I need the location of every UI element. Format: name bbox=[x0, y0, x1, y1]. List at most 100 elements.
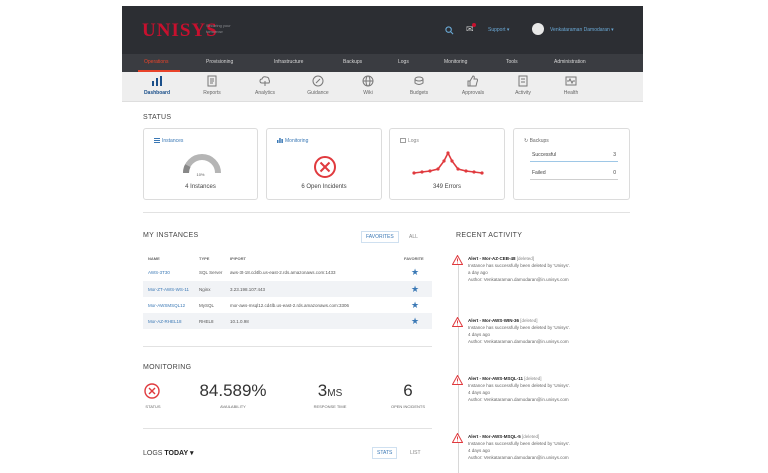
logo-tagline: Securing your tomorrow bbox=[206, 23, 231, 34]
backups-failed-row: Failed 0 bbox=[530, 169, 618, 180]
instance-ip: aws-3t-18.cd4lb.us-east-2.rds.amazonaws.… bbox=[230, 270, 336, 275]
support-link[interactable]: Support ▾ bbox=[488, 27, 509, 33]
status-label: STATUS bbox=[145, 404, 161, 409]
instance-ip: mor-aws-msql12.cd4lb.us-east-2.rds.amazo… bbox=[230, 303, 350, 308]
instance-name[interactable]: Mor-AZ-RHEL18 bbox=[148, 319, 182, 324]
nav-monitoring[interactable]: Monitoring bbox=[444, 59, 467, 65]
dashboard-icon bbox=[152, 76, 162, 86]
alert-head: Alert - Mor-AWS-MSQL-5 [deleted] bbox=[468, 433, 628, 440]
avatar[interactable] bbox=[532, 23, 544, 35]
nav-logs[interactable]: Logs bbox=[398, 59, 409, 65]
instance-name[interactable]: AWS-3T30 bbox=[148, 270, 170, 275]
alert-head: Alert - Mor-AWS-MSQL-11 [deleted] bbox=[468, 375, 628, 382]
monitoring-card[interactable]: Monitoring 6 Open Incidents bbox=[266, 128, 382, 200]
subnav-label: Dashboard bbox=[143, 90, 171, 96]
backups-row-label: Failed bbox=[532, 170, 546, 176]
column-header-type[interactable]: TYPE bbox=[199, 256, 209, 261]
alert-body: Alert - Mor-AZ-CEB-48 [deleted] Instance… bbox=[468, 255, 628, 283]
logs-range-label: TODAY bbox=[164, 450, 189, 457]
instance-name[interactable]: Mor-ZT-AWS-WS-11 bbox=[148, 287, 189, 292]
column-header-name[interactable]: NAME bbox=[148, 256, 160, 261]
table-row[interactable]: Mor-AZ-RHEL18 RHEL8 10.1.0.98 ★ bbox=[143, 313, 432, 329]
subnav-label: Budgets bbox=[409, 90, 429, 96]
instance-ip: 3.23.198.107:443 bbox=[230, 287, 266, 292]
table-row[interactable]: Mor-AWSMSQL12 MySQL mor-aws-msql12.cd4lb… bbox=[143, 297, 432, 313]
nav-administration[interactable]: Administration bbox=[554, 59, 586, 65]
star-icon[interactable]: ★ bbox=[411, 284, 419, 295]
search-icon[interactable] bbox=[445, 26, 454, 35]
monitoring-title: MONITORING bbox=[143, 364, 192, 371]
alert-body: Alert - Mor-AWS-MSQL-5 [deleted] Instanc… bbox=[468, 433, 628, 461]
user-menu[interactable]: Venkataraman Damodaran ▾ bbox=[550, 27, 614, 33]
nav-operations[interactable]: Operations bbox=[144, 59, 168, 65]
logs-title: LOGS TODAY ▾ bbox=[143, 449, 193, 457]
star-icon[interactable]: ★ bbox=[411, 300, 419, 311]
backups-card-title: ↻ Backups bbox=[524, 138, 549, 144]
subnav-reports[interactable]: Reports bbox=[189, 75, 235, 96]
subnav-wiki[interactable]: Wiki bbox=[345, 75, 391, 96]
subnav-activity[interactable]: Activity bbox=[500, 75, 546, 96]
approvals-icon bbox=[467, 75, 478, 87]
subnav-label: Health bbox=[563, 90, 579, 96]
subnav-label: Wiki bbox=[363, 90, 373, 96]
backups-title-text: Backups bbox=[529, 138, 549, 144]
alert-triangle-icon bbox=[452, 317, 463, 327]
subnav-approvals[interactable]: Approvals bbox=[450, 75, 496, 96]
alert-author: Author: Venkataraman.damodaran@in.unisys… bbox=[468, 277, 569, 282]
monitoring-divider bbox=[143, 428, 432, 429]
nav-provisioning[interactable]: Provisioning bbox=[206, 59, 233, 65]
star-icon[interactable]: ★ bbox=[411, 267, 419, 278]
logs-range-dropdown[interactable]: TODAY ▾ bbox=[164, 450, 193, 457]
subnav-analytics[interactable]: Analytics bbox=[242, 75, 288, 96]
favorites-toggle[interactable]: FAVORITES bbox=[361, 231, 399, 243]
nav-infrastructure[interactable]: Infrastructure bbox=[274, 59, 303, 65]
alert-name[interactable]: Alert - Mor-AWS-WIN-36 bbox=[468, 318, 519, 323]
instance-name[interactable]: Mor-AWSMSQL12 bbox=[148, 303, 185, 308]
column-header-ip[interactable]: IP/PORT bbox=[230, 256, 246, 261]
instance-type: RHEL8 bbox=[199, 319, 214, 324]
user-name: Venkataraman Damodaran bbox=[550, 27, 610, 33]
instances-card[interactable]: Instances 10% 4 Instances bbox=[143, 128, 258, 200]
alert-name[interactable]: Alert - Mor-AWS-MSQL-5 bbox=[468, 434, 521, 439]
stats-toggle[interactable]: STATS bbox=[372, 447, 398, 459]
alert-name[interactable]: Alert - Mor-AZ-CEB-48 bbox=[468, 256, 516, 261]
alert-body: Alert - Mor-AWS-WIN-36 [deleted] Instanc… bbox=[468, 317, 628, 345]
status-title: STATUS bbox=[143, 114, 172, 121]
backups-card[interactable]: ↻ Backups Successful 3 Failed 0 bbox=[513, 128, 630, 200]
logs-caption: 349 Errors bbox=[432, 184, 461, 190]
instance-type: SQL Server bbox=[199, 270, 223, 275]
instances-title-text: Instances bbox=[162, 138, 184, 144]
subnav-dashboard[interactable]: Dashboard bbox=[134, 75, 180, 96]
logs-card[interactable]: Logs 349 Errors bbox=[389, 128, 505, 200]
open-incidents-label: OPEN INCIDENTS bbox=[390, 404, 425, 409]
table-row[interactable]: Mor-ZT-AWS-WS-11 Nginx 3.23.198.107:443 … bbox=[143, 281, 432, 297]
monitoring-card-title: Monitoring bbox=[277, 138, 308, 144]
alert-age: a day ago bbox=[468, 270, 488, 275]
subnav-guidance[interactable]: Guidance bbox=[295, 75, 341, 96]
sub-nav: Dashboard Reports Analytics Guidance Wik… bbox=[122, 72, 643, 102]
recent-activity-title: RECENT ACTIVITY bbox=[456, 232, 523, 239]
table-row[interactable]: AWS-3T30 SQL Server aws-3t-18.cd4lb.us-e… bbox=[143, 264, 432, 280]
nav-backups[interactable]: Backups bbox=[343, 59, 362, 65]
subnav-health[interactable]: Health bbox=[548, 75, 594, 96]
column-header-favorite[interactable]: FAVORITE bbox=[404, 256, 424, 261]
backups-row-value: 3 bbox=[613, 152, 616, 158]
subnav-label: Analytics bbox=[254, 90, 275, 96]
list-toggle[interactable]: LIST bbox=[405, 447, 426, 459]
alert-text: Instance has successfully been deleted b… bbox=[468, 325, 571, 330]
wiki-icon bbox=[362, 75, 374, 87]
activity-icon bbox=[518, 75, 528, 87]
subnav-budgets[interactable]: Budgets bbox=[396, 75, 442, 96]
nav-tools[interactable]: Tools bbox=[506, 59, 518, 65]
instance-type: Nginx bbox=[199, 287, 211, 292]
monitoring-title-text: Monitoring bbox=[285, 138, 309, 144]
star-icon[interactable]: ★ bbox=[411, 316, 419, 327]
alert-name[interactable]: Alert - Mor-AWS-MSQL-11 bbox=[468, 376, 523, 381]
analytics-icon bbox=[259, 76, 270, 86]
x-circle-icon bbox=[314, 156, 336, 178]
instances-title: MY INSTANCES bbox=[143, 232, 199, 239]
subnav-label: Approvals bbox=[461, 90, 485, 96]
all-toggle[interactable]: ALL bbox=[404, 231, 423, 243]
alert-body: Alert - Mor-AWS-MSQL-11 [deleted] Instan… bbox=[468, 375, 628, 403]
backups-successful-row: Successful 3 bbox=[530, 151, 618, 162]
